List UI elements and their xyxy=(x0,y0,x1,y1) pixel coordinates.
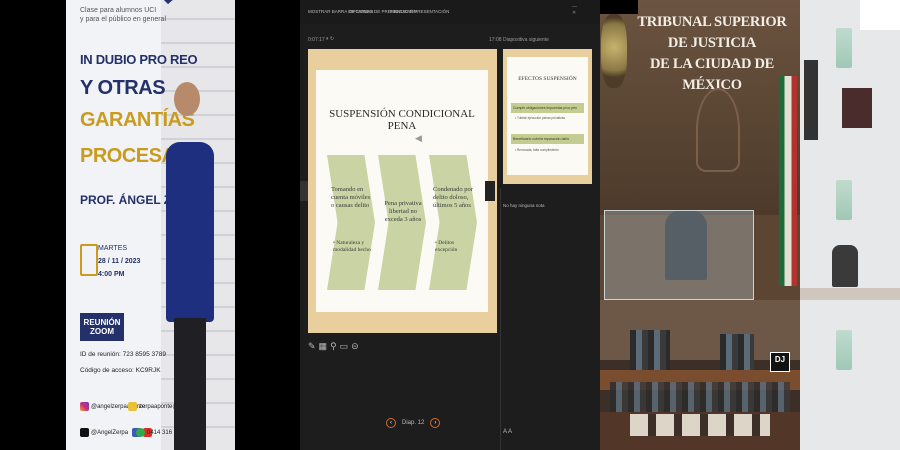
camera-tile-3 xyxy=(800,300,900,450)
zoom-meeting-badge: REUNIÓN ZOOM xyxy=(80,313,124,341)
justice-scale-icon xyxy=(696,88,740,172)
text-size-controls[interactable]: A A xyxy=(503,429,512,435)
papers-on-bench xyxy=(630,414,770,436)
dj-badge: DJ xyxy=(770,352,790,372)
x-twitter-icon xyxy=(80,428,89,437)
next-edge-handle[interactable] xyxy=(485,181,495,201)
meeting-id: ID de reunión: 723 8595 3789 xyxy=(80,351,167,358)
speaker-notes[interactable]: No hay ninguna nota xyxy=(503,203,545,208)
mexico-flag xyxy=(779,76,797,286)
next-slide-bullet2: • Revocada, falta cumplimiento xyxy=(515,148,559,152)
poster-title-line3: GARANTÍAS xyxy=(80,109,195,131)
blurred-figure xyxy=(842,88,872,128)
camera-tile-2 xyxy=(800,150,900,300)
court-title-line2: DE JUSTICIA xyxy=(667,35,757,51)
empty-chair xyxy=(832,245,858,287)
twitter-handle: @AngelZerpa xyxy=(91,429,129,436)
next-slide-bullet1: • Tutelar ejecución penas privativas xyxy=(515,116,566,120)
elapsed-timer: 0:07:17 xyxy=(308,37,325,43)
prev-slide-button[interactable]: ‹ xyxy=(386,418,396,428)
tile-window xyxy=(860,0,900,30)
access-code: Código de acceso: KC9RJK xyxy=(80,367,161,374)
calendar-icon xyxy=(80,244,98,276)
mexico-seal-icon xyxy=(601,14,627,88)
presenter-photo-head xyxy=(174,82,200,116)
zoom-icon[interactable]: ⚲ xyxy=(330,341,340,351)
judiciary-logo-icon xyxy=(836,180,852,220)
poster-time: 4:00 PM xyxy=(98,271,125,278)
poster-title-line1: IN DUBIO PRO REO xyxy=(80,52,198,67)
next-slide-label: Diapositiva siguiente xyxy=(503,37,549,43)
presenter-photo-legs xyxy=(174,318,206,450)
camera-tile-1 xyxy=(800,0,900,150)
next-slide-title: EFECTOS SUSPENSIÓN xyxy=(518,76,577,82)
blurred-audience xyxy=(630,330,670,370)
blurred-audience xyxy=(720,334,754,370)
slide-navigation: ‹ Diap. 12 › xyxy=(386,418,441,428)
lamp-stand xyxy=(804,60,818,140)
slide-col3-text: Condenado por delito doloso, últimos 5 a… xyxy=(433,186,473,209)
all-slides-icon[interactable]: ▦ xyxy=(319,341,331,351)
prev-edge-handle[interactable] xyxy=(300,181,308,201)
menu-end-presentation[interactable]: FINALIZAR PRESENTACIÓN xyxy=(390,9,449,14)
slide-col1-text: Tomando en cuenta móviles o causas delit… xyxy=(331,186,371,209)
pane-divider[interactable] xyxy=(500,188,501,450)
judiciary-logo-icon xyxy=(836,28,852,68)
court-title-line1: TRIBUNAL SUPERIOR xyxy=(637,14,787,30)
instagram-icon xyxy=(80,402,89,411)
glass-partition xyxy=(604,210,754,300)
blurred-audience xyxy=(610,382,790,416)
next-slide-bar1: Cumplir obligaciones impuestas proc pen xyxy=(511,103,584,113)
window-controls[interactable]: — ✕ xyxy=(572,4,588,16)
course-poster: Clase para alumnos UCI y para el público… xyxy=(66,0,235,450)
poster-day: MARTES xyxy=(98,245,128,252)
slide-col3-bullet: • Delitos excepción xyxy=(435,240,458,253)
court-title: TRIBUNAL SUPERIOR DE JUSTICIA DE LA CIUD… xyxy=(632,12,792,96)
presenter-photo-body xyxy=(166,142,214,322)
poster-tagline: Clase para alumnos UCI y para el público… xyxy=(80,7,167,23)
pen-icon[interactable]: ✎ xyxy=(308,341,319,351)
pause-icon[interactable]: ⏸ ↻ xyxy=(326,36,334,42)
judiciary-logo-icon xyxy=(836,330,852,370)
current-slide-title: SUSPENSIÓN CONDICIONAL PENA xyxy=(329,108,475,132)
slide-col1-bullet: • Naturaleza y modalidad hecho xyxy=(333,240,371,253)
presenter-menubar: MOSTRAR BARRA DE TAREAS OPCIONES DE PRES… xyxy=(300,0,600,24)
current-time: 17:08 xyxy=(489,37,502,43)
next-slide-button[interactable]: › xyxy=(430,418,441,428)
slide-col2-text: Pena privativa libertad no exceda 3 años xyxy=(384,200,422,223)
poster-title-line2: Y OTRAS xyxy=(80,77,166,99)
next-slide-bar2: Beneficiario cubrirá reparación daño xyxy=(511,134,584,144)
slide-counter: Diap. 12 xyxy=(402,420,425,426)
presenter-tools: ✎▦⚲▭⊝ xyxy=(308,341,362,352)
speaker-icon: ◀ xyxy=(415,133,422,143)
camera-tile-audience xyxy=(600,300,800,450)
more-options-icon[interactable]: ⊝ xyxy=(351,341,362,351)
desk xyxy=(800,288,900,300)
black-screen-icon[interactable]: ▭ xyxy=(340,341,352,351)
poster-date: 28 / 11 / 2023 xyxy=(98,258,141,265)
whatsapp-icon xyxy=(136,428,145,437)
email-icon xyxy=(128,402,137,411)
